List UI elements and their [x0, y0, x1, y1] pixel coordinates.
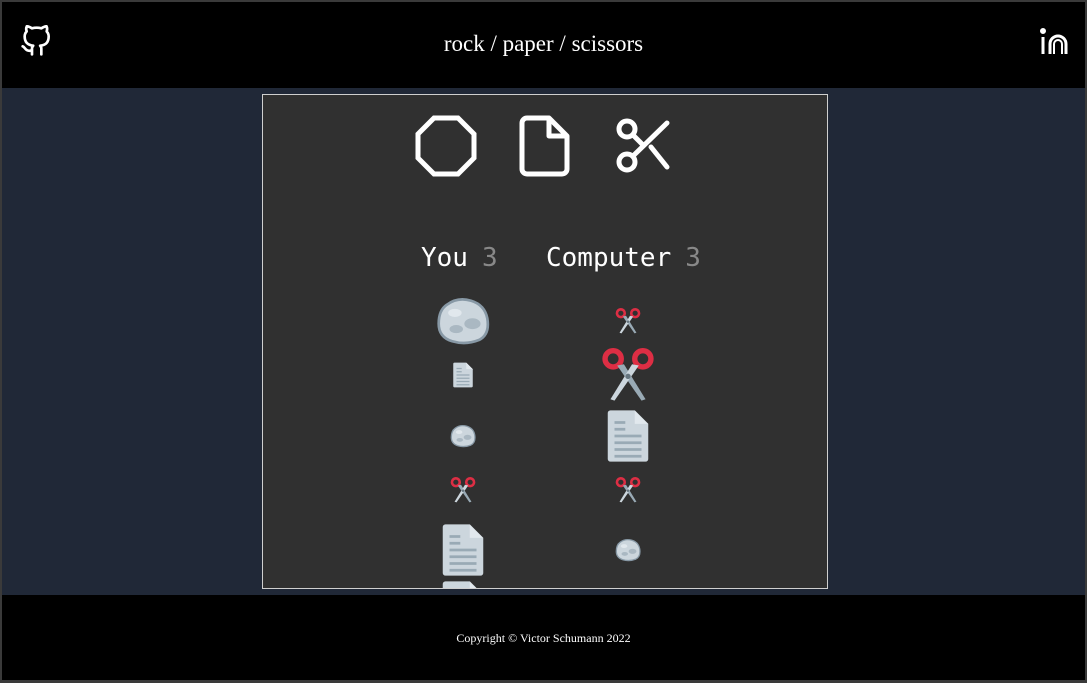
computer-move-scissors-icon	[615, 308, 641, 334]
player-score: You 3	[421, 243, 498, 273]
choice-paper-button[interactable]	[519, 115, 571, 181]
choice-rock-button[interactable]	[415, 115, 477, 181]
octagon-icon	[415, 115, 477, 177]
footer: Copyright © Victor Schumann 2022	[2, 595, 1085, 680]
player-label: You	[421, 243, 468, 273]
you-move-scissors-icon	[450, 477, 476, 503]
you-move-paper-icon	[436, 580, 490, 588]
you-move-rock-icon	[436, 294, 490, 348]
computer-move-paper-icon	[601, 409, 655, 463]
linkedin-icon	[1040, 28, 1068, 54]
computer-move-scissors-icon	[601, 348, 655, 402]
you-move-rock-icon	[450, 423, 476, 449]
linkedin-link[interactable]	[1039, 28, 1071, 60]
file-icon	[519, 115, 570, 177]
you-move-paper-icon	[450, 362, 476, 388]
player-score-value: 3	[481, 243, 498, 273]
you-move-paper-icon	[436, 523, 490, 577]
game-panel: You 3 Computer 3	[262, 94, 828, 589]
app: rock / paper / scissors You 3 Computer 3 C…	[2, 2, 1085, 680]
computer-score-value: 3	[685, 243, 701, 273]
computer-move-scissors-icon	[615, 477, 641, 503]
header: rock / paper / scissors	[2, 2, 1085, 88]
computer-score: Computer 3	[546, 243, 701, 273]
computer-label: Computer	[546, 243, 672, 273]
copyright-text: Copyright © Victor Schumann 2022	[456, 631, 631, 645]
choice-scissors-button[interactable]	[615, 115, 673, 181]
page-title: rock / paper / scissors	[443, 31, 644, 56]
computer-move-rock-icon	[615, 537, 641, 563]
scissors-icon	[616, 118, 670, 173]
